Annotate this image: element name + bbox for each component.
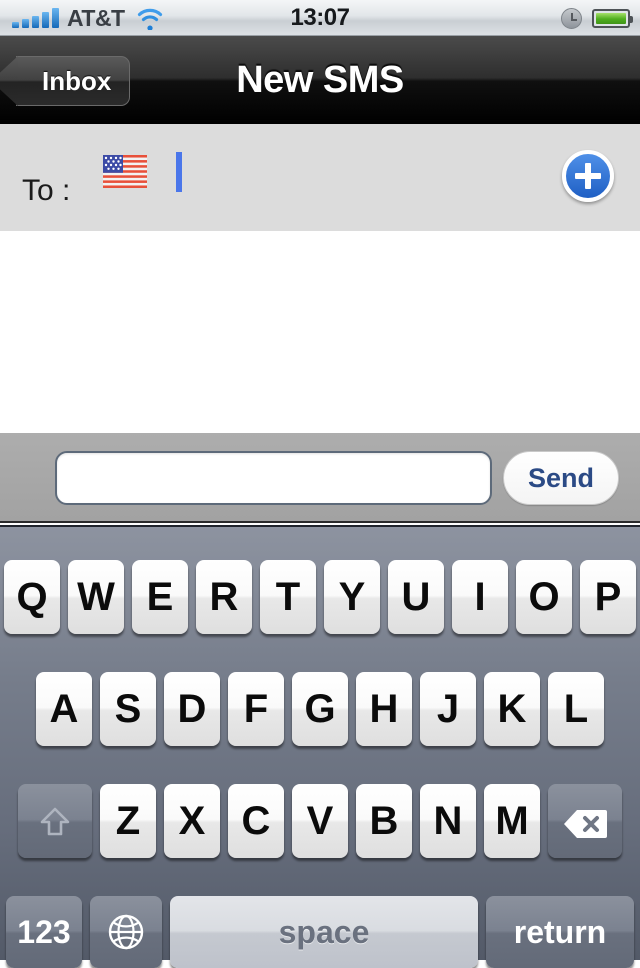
status-bar: AT&T 13:07	[0, 0, 640, 36]
key-l[interactable]: L	[548, 672, 604, 746]
backspace-key[interactable]	[548, 784, 622, 858]
globe-key[interactable]	[90, 896, 162, 968]
key-q[interactable]: Q	[4, 560, 60, 634]
key-a[interactable]: A	[36, 672, 92, 746]
to-label: To :	[22, 174, 71, 207]
space-key[interactable]: space	[170, 896, 478, 968]
key-n[interactable]: N	[420, 784, 476, 858]
key-p[interactable]: P	[580, 560, 636, 634]
key-v[interactable]: V	[292, 784, 348, 858]
key-e[interactable]: E	[132, 560, 188, 634]
key-f[interactable]: F	[228, 672, 284, 746]
shift-arrow-icon	[38, 804, 72, 838]
shift-key[interactable]	[18, 784, 92, 858]
alarm-clock-icon	[561, 7, 582, 29]
keyboard-row-2: A S D F G H J K L	[0, 672, 640, 746]
message-input[interactable]	[55, 451, 492, 505]
key-h[interactable]: H	[356, 672, 412, 746]
key-k[interactable]: K	[484, 672, 540, 746]
key-u[interactable]: U	[388, 560, 444, 634]
backspace-icon	[563, 805, 607, 838]
keyboard-row-4: 123 space return	[0, 896, 640, 968]
key-z[interactable]: Z	[100, 784, 156, 858]
status-bar-right	[561, 0, 633, 36]
us-flag-icon	[103, 155, 147, 188]
key-m[interactable]: M	[484, 784, 540, 858]
key-c[interactable]: C	[228, 784, 284, 858]
key-s[interactable]: S	[100, 672, 156, 746]
status-bar-time: 13:07	[290, 4, 350, 31]
key-g[interactable]: G	[292, 672, 348, 746]
globe-icon	[105, 911, 147, 953]
conversation-area	[0, 231, 640, 433]
plus-icon[interactable]	[562, 150, 614, 202]
return-key[interactable]: return	[486, 896, 634, 968]
key-y[interactable]: Y	[324, 560, 380, 634]
navigation-bar: Inbox New SMS	[0, 36, 640, 124]
numbers-key[interactable]: 123	[6, 896, 82, 968]
key-j[interactable]: J	[420, 672, 476, 746]
key-i[interactable]: I	[452, 560, 508, 634]
send-button[interactable]: Send	[503, 451, 619, 505]
key-w[interactable]: W	[68, 560, 124, 634]
back-button-label: Inbox	[42, 65, 112, 96]
keyboard-row-3: Z X C V B N M	[0, 784, 640, 858]
key-o[interactable]: O	[516, 560, 572, 634]
message-toolbar: Send	[0, 433, 640, 523]
text-cursor	[176, 152, 182, 192]
iphone-screen: AT&T 13:07 Inbox New SMS To : Send Q W E…	[0, 0, 640, 968]
key-r[interactable]: R	[196, 560, 252, 634]
key-b[interactable]: B	[356, 784, 412, 858]
key-x[interactable]: X	[164, 784, 220, 858]
battery-icon	[592, 8, 633, 28]
onscreen-keyboard: Q W E R T Y U I O P A S D F G H J K L Z …	[0, 525, 640, 968]
recipient-bar[interactable]: To :	[0, 124, 640, 231]
key-d[interactable]: D	[164, 672, 220, 746]
key-t[interactable]: T	[260, 560, 316, 634]
keyboard-row-1: Q W E R T Y U I O P	[0, 560, 640, 634]
